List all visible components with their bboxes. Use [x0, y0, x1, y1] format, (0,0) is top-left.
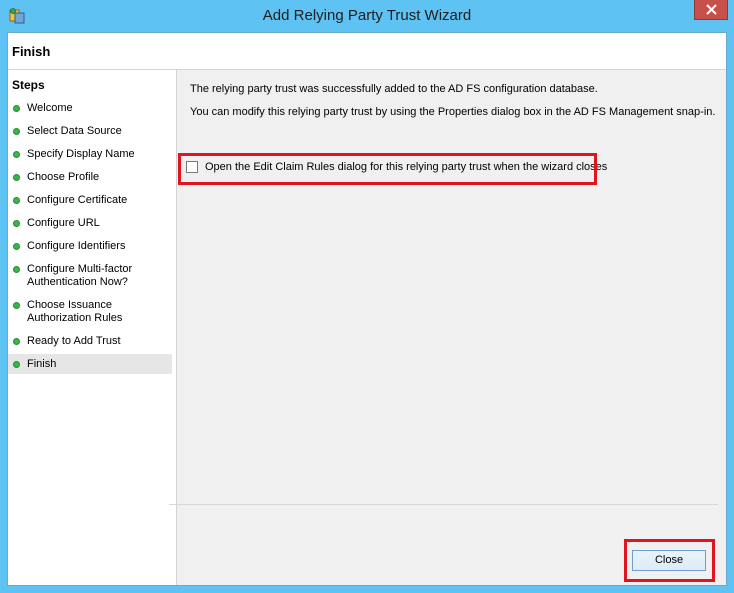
wizard-window: Add Relying Party Trust Wizard Finish St…: [0, 0, 734, 593]
checkbox-highlight-box: [178, 153, 597, 185]
step-complete-icon: [13, 128, 20, 135]
step-label: Configure Multi-factor Authentication No…: [27, 263, 133, 288]
close-x-icon: [706, 4, 717, 15]
step-current-icon: [13, 361, 20, 368]
step-complete-icon: [13, 197, 20, 204]
step-label: Specify Display Name: [27, 148, 135, 160]
step-choose-profile: Choose Profile: [8, 167, 172, 187]
step-label: Configure Certificate: [27, 194, 128, 206]
step-complete-icon: [13, 338, 20, 345]
success-message: The relying party trust was successfully…: [190, 83, 598, 95]
window-close-button[interactable]: [694, 0, 728, 20]
step-configure-identifiers: Configure Identifiers: [8, 236, 172, 256]
step-label: Select Data Source: [27, 125, 122, 137]
step-label: Configure URL: [27, 217, 100, 229]
step-complete-icon: [13, 105, 20, 112]
step-select-data-source: Select Data Source: [8, 121, 172, 141]
step-complete-icon: [13, 220, 20, 227]
window-title: Add Relying Party Trust Wizard: [262, 7, 472, 24]
step-complete-icon: [13, 151, 20, 158]
step-label: Configure Identifiers: [27, 240, 126, 252]
page-title: Finish: [12, 44, 51, 59]
step-welcome: Welcome: [8, 98, 172, 118]
step-configure-multi-factor: Configure Multi-factor Authentication No…: [8, 259, 172, 291]
modify-info-message: You can modify this relying party trust …: [190, 106, 716, 118]
step-label: Finish: [27, 358, 57, 370]
step-complete-icon: [13, 174, 20, 181]
step-complete-icon: [13, 266, 20, 273]
step-label: Choose Issuance Authorization Rules: [27, 299, 123, 324]
steps-title: Steps: [12, 78, 45, 92]
step-choose-issuance-authorization-rules: Choose Issuance Authorization Rules: [8, 295, 172, 327]
step-ready-to-add-trust: Ready to Add Trust: [8, 331, 172, 351]
title-bar[interactable]: Add Relying Party Trust Wizard: [0, 0, 734, 32]
content-panel: The relying party trust was successfully…: [177, 70, 726, 585]
step-specify-display-name: Specify Display Name: [8, 144, 172, 164]
wizard-client-area: Finish Steps Welcome Select Data Source …: [7, 32, 727, 586]
step-configure-url: Configure URL: [8, 213, 172, 233]
steps-panel: Steps Welcome Select Data Source Specify…: [8, 70, 177, 585]
step-label: Ready to Add Trust: [27, 335, 121, 347]
step-configure-certificate: Configure Certificate: [8, 190, 172, 210]
footer-divider: [169, 504, 718, 505]
step-complete-icon: [13, 302, 20, 309]
step-label: Welcome: [27, 102, 73, 114]
close-button-highlight-box: [624, 539, 715, 582]
step-label: Choose Profile: [27, 171, 100, 183]
step-finish: Finish: [8, 354, 172, 374]
step-complete-icon: [13, 243, 20, 250]
page-header: Finish: [8, 33, 726, 70]
